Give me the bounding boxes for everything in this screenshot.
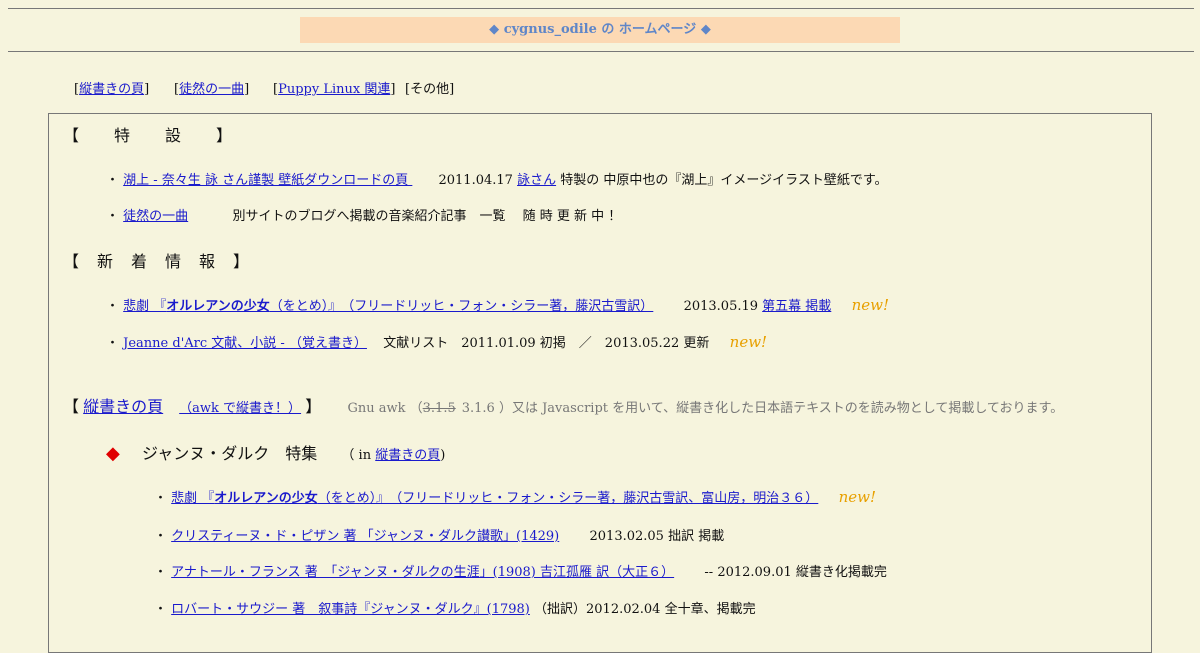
pizan-link[interactable]: クリスティーヌ・ド・ピザン 著 「ジャンヌ・ダルク讃歌」(1429) [171, 529, 559, 544]
france-link[interactable]: アナトール・フランス 著 「ジャンヌ・ダルクの生涯」(1908) 吉江孤雁 訳（… [171, 565, 674, 580]
new-badge: new! [851, 296, 889, 314]
bracket-close: 】 [305, 397, 322, 416]
bracket-open: 【 [63, 397, 80, 416]
nav-item-other: [その他] [405, 82, 455, 97]
nav-link-tsurezure[interactable]: 徒然の一曲 [179, 82, 244, 97]
date-text: 2011.04.17 [438, 173, 513, 188]
item-description: 別サイトのブログへ掲載の音楽紹介記事 一覧 随 時 更 新 中 ！ [232, 209, 622, 224]
nav-item-tategaki: [縦書きの頁] [74, 78, 149, 97]
title-divider [8, 51, 1194, 52]
jeanne-notes-link[interactable]: Jeanne d'Arc 文献、小説 - （覚え書き） [123, 336, 367, 351]
tsurezure-link[interactable]: 徒然の一曲 [123, 209, 188, 224]
date-text: 2013.05.19 [683, 299, 759, 314]
list-item: ・ 湖上 - 奈々生 詠 さん謹製 壁紙ダウンロードの頁 2011.04.17 … [106, 169, 888, 188]
act-five-link[interactable]: 第五幕 掲載 [762, 299, 831, 314]
new-badge: new! [838, 488, 876, 506]
wallpaper-link[interactable]: 湖上 - 奈々生 詠 さん謹製 壁紙ダウンロードの頁 [123, 173, 412, 188]
nav-bracket-close: ] [244, 82, 250, 97]
list-item: ・ 悲劇 『オルレアンの少女（をとめ）』 （フリードリッヒ・フォン・シラー著，藤… [154, 487, 876, 506]
list-item: ・ アナトール・フランス 著 「ジャンヌ・ダルクの生涯」(1908) 吉江孤雁 … [154, 561, 887, 580]
nav-link-tategaki[interactable]: 縦書きの頁 [79, 82, 144, 97]
tategaki-section-header: 【 縦書きの頁 （awk で縦書き！） 】 Gnu awk （3.1.5 3.1.6… [63, 393, 1063, 417]
item-description: 文献リスト 2011.01.09 初掲 ／ 2013.05.22 更新 [383, 336, 710, 351]
diamond-icon: ◆ [106, 443, 120, 464]
top-divider [8, 8, 1194, 9]
bullet: ・ [154, 491, 168, 506]
tategaki-link[interactable]: 縦書きの頁 （awk で縦書き！） [83, 397, 301, 416]
bullet: ・ [106, 209, 120, 224]
jeanne-feature-heading: ◆ ジャンヌ・ダルク 特集 （ in 縦書きの頁) [106, 440, 445, 464]
list-item: ・ ロバート・サウジー 著 叙事詩『ジャンヌ・ダルク』(1798) （拙訳）20… [154, 598, 756, 617]
bullet: ・ [154, 565, 168, 580]
item-description: （拙訳）2012.02.04 全十章、掲載完 [534, 602, 756, 617]
section-heading-news: 【 新 着 情 報 】 [63, 252, 251, 271]
feature-in-link: （ in 縦書きの頁) [341, 448, 446, 463]
bullet: ・ [106, 299, 120, 314]
item-description: 特製の 中原中也の『湖上』イメージイラスト壁紙です。 [560, 173, 888, 188]
bullet: ・ [154, 602, 168, 617]
bullet: ・ [106, 336, 120, 351]
orleans-full-link[interactable]: 悲劇 『オルレアンの少女（をとめ）』 （フリードリッヒ・フォン・シラー著，藤沢古… [171, 491, 818, 506]
section-heading-special: 【 特 設 】 [63, 126, 234, 145]
list-item: ・ Jeanne d'Arc 文献、小説 - （覚え書き） 文献リスト 2011… [106, 332, 767, 351]
list-item: ・ 徒然の一曲 別サイトのブログへ掲載の音楽紹介記事 一覧 随 時 更 新 中 … [106, 205, 621, 224]
item-description: 2013.02.05 拙訳 掲載 [589, 529, 725, 544]
bullet: ・ [106, 173, 120, 188]
feature-title: ジャンヌ・ダルク 特集 [142, 444, 318, 463]
item-description: -- 2012.09.01 縦書き化掲載完 [704, 565, 887, 580]
orleans-link[interactable]: 悲劇 『オルレアンの少女（をとめ）』 （フリードリッヒ・フォン・シラー著，藤沢古… [123, 299, 653, 314]
nav-item-tsurezure: [徒然の一曲] [174, 78, 249, 97]
page-title: ◆ cygnus_odile の ホームページ ◆ [300, 17, 900, 43]
new-badge: new! [729, 333, 768, 351]
tategaki-page-link[interactable]: 縦書きの頁 [375, 448, 440, 463]
nav-bracket-close: ] [390, 82, 396, 97]
bullet: ・ [154, 529, 168, 544]
author-link[interactable]: 詠さん [517, 173, 556, 188]
list-item: ・ クリスティーヌ・ド・ピザン 著 「ジャンヌ・ダルク讃歌」(1429) 201… [154, 525, 724, 544]
nav-item-puppy: [Puppy Linux 関連] [273, 78, 395, 97]
nav-bracket-close: ] [144, 82, 150, 97]
southey-link[interactable]: ロバート・サウジー 著 叙事詩『ジャンヌ・ダルク』(1798) [171, 602, 530, 617]
nav-link-puppy-linux[interactable]: Puppy Linux 関連 [278, 82, 390, 97]
list-item: ・ 悲劇 『オルレアンの少女（をとめ）』 （フリードリッヒ・フォン・シラー著，藤… [106, 295, 889, 314]
tategaki-description: Gnu awk （3.1.5 3.1.6 ）又は Javascript を用いて、… [347, 401, 1064, 416]
